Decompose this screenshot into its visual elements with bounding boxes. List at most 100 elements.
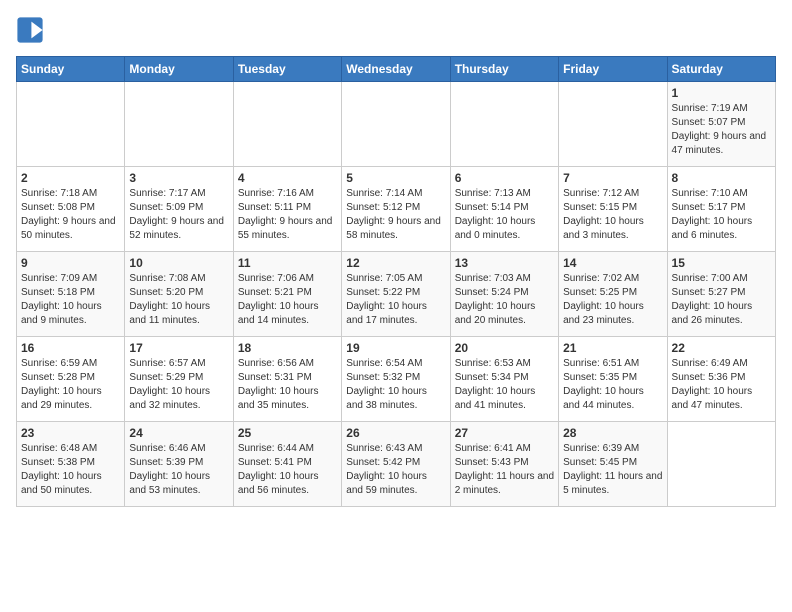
calendar-day-cell — [17, 82, 125, 167]
day-info: Sunrise: 6:56 AM Sunset: 5:31 PM Dayligh… — [238, 357, 337, 413]
calendar-day-cell — [450, 82, 558, 167]
calendar-week-row: 16 Sunrise: 6:59 AM Sunset: 5:28 PM Dayli… — [17, 337, 776, 422]
day-info: Sunrise: 7:12 AM Sunset: 5:15 PM Dayligh… — [563, 187, 662, 243]
logo-icon — [16, 16, 44, 44]
day-info: Sunrise: 6:59 AM Sunset: 5:28 PM Dayligh… — [21, 357, 120, 413]
day-info: Sunrise: 7:00 AM Sunset: 5:27 PM Dayligh… — [672, 272, 771, 328]
day-number: 4 — [238, 171, 337, 185]
day-number: 7 — [563, 171, 662, 185]
calendar-day-cell: 4 Sunrise: 7:16 AM Sunset: 5:11 PM Daylig… — [233, 167, 341, 252]
day-number: 26 — [346, 426, 445, 440]
calendar-day-cell: 8Sunrise: 7:10 AM Sunset: 5:17 PM Daylig… — [667, 167, 775, 252]
calendar-day-cell: 28 Sunrise: 6:39 AM Sunset: 5:45 PM Dayli… — [559, 422, 667, 507]
day-info: Sunrise: 6:49 AM Sunset: 5:36 PM Dayligh… — [672, 357, 771, 413]
calendar-day-cell: 20 Sunrise: 6:53 AM Sunset: 5:34 PM Dayli… — [450, 337, 558, 422]
day-info: Sunrise: 7:08 AM Sunset: 5:20 PM Dayligh… — [129, 272, 228, 328]
day-number: 9 — [21, 256, 120, 270]
day-info: Sunrise: 6:53 AM Sunset: 5:34 PM Dayligh… — [455, 357, 554, 413]
day-info: Sunrise: 6:43 AM Sunset: 5:42 PM Dayligh… — [346, 442, 445, 498]
day-info: Sunrise: 6:44 AM Sunset: 5:41 PM Dayligh… — [238, 442, 337, 498]
day-number: 22 — [672, 341, 771, 355]
calendar-week-row: 9 Sunrise: 7:09 AM Sunset: 5:18 PM Daylig… — [17, 252, 776, 337]
calendar-table: SundayMondayTuesdayWednesdayThursdayFrid… — [16, 56, 776, 507]
day-info: Sunrise: 7:06 AM Sunset: 5:21 PM Dayligh… — [238, 272, 337, 328]
calendar-day-cell: 2 Sunrise: 7:18 AM Sunset: 5:08 PM Daylig… — [17, 167, 125, 252]
calendar-day-cell — [342, 82, 450, 167]
day-number: 27 — [455, 426, 554, 440]
day-number: 16 — [21, 341, 120, 355]
page-header — [16, 16, 776, 44]
day-number: 1 — [672, 86, 771, 100]
day-number: 11 — [238, 256, 337, 270]
day-info: Sunrise: 7:03 AM Sunset: 5:24 PM Dayligh… — [455, 272, 554, 328]
day-info: Sunrise: 6:51 AM Sunset: 5:35 PM Dayligh… — [563, 357, 662, 413]
calendar-day-cell: 19 Sunrise: 6:54 AM Sunset: 5:32 PM Dayli… — [342, 337, 450, 422]
day-number: 13 — [455, 256, 554, 270]
day-info: Sunrise: 6:41 AM Sunset: 5:43 PM Dayligh… — [455, 442, 554, 498]
calendar-day-cell: 6Sunrise: 7:13 AM Sunset: 5:14 PM Daylig… — [450, 167, 558, 252]
calendar-day-cell: 7 Sunrise: 7:12 AM Sunset: 5:15 PM Daylig… — [559, 167, 667, 252]
calendar-day-cell — [667, 422, 775, 507]
calendar-day-cell: 25 Sunrise: 6:44 AM Sunset: 5:41 PM Dayli… — [233, 422, 341, 507]
day-number: 23 — [21, 426, 120, 440]
calendar-day-cell: 15 Sunrise: 7:00 AM Sunset: 5:27 PM Dayli… — [667, 252, 775, 337]
day-number: 14 — [563, 256, 662, 270]
calendar-header-row: SundayMondayTuesdayWednesdayThursdayFrid… — [17, 57, 776, 82]
day-number: 12 — [346, 256, 445, 270]
day-number: 19 — [346, 341, 445, 355]
day-info: Sunrise: 6:48 AM Sunset: 5:38 PM Dayligh… — [21, 442, 120, 498]
day-number: 10 — [129, 256, 228, 270]
calendar-day-cell: 26 Sunrise: 6:43 AM Sunset: 5:42 PM Dayli… — [342, 422, 450, 507]
calendar-day-cell: 11 Sunrise: 7:06 AM Sunset: 5:21 PM Dayli… — [233, 252, 341, 337]
day-info: Sunrise: 7:10 AM Sunset: 5:17 PM Dayligh… — [672, 187, 771, 243]
day-number: 5 — [346, 171, 445, 185]
calendar-day-cell: 1 Sunrise: 7:19 AM Sunset: 5:07 PM Daylig… — [667, 82, 775, 167]
calendar-day-cell: 5 Sunrise: 7:14 AM Sunset: 5:12 PM Daylig… — [342, 167, 450, 252]
day-info: Sunrise: 7:13 AM Sunset: 5:14 PM Dayligh… — [455, 187, 554, 243]
logo — [16, 16, 48, 44]
day-number: 25 — [238, 426, 337, 440]
day-of-week-header: Tuesday — [233, 57, 341, 82]
calendar-day-cell: 18 Sunrise: 6:56 AM Sunset: 5:31 PM Dayli… — [233, 337, 341, 422]
day-info: Sunrise: 7:17 AM Sunset: 5:09 PM Dayligh… — [129, 187, 228, 243]
calendar-week-row: 2 Sunrise: 7:18 AM Sunset: 5:08 PM Daylig… — [17, 167, 776, 252]
calendar-day-cell: 14 Sunrise: 7:02 AM Sunset: 5:25 PM Dayli… — [559, 252, 667, 337]
day-number: 20 — [455, 341, 554, 355]
day-number: 21 — [563, 341, 662, 355]
calendar-day-cell: 9 Sunrise: 7:09 AM Sunset: 5:18 PM Daylig… — [17, 252, 125, 337]
day-info: Sunrise: 7:02 AM Sunset: 5:25 PM Dayligh… — [563, 272, 662, 328]
day-info: Sunrise: 6:57 AM Sunset: 5:29 PM Dayligh… — [129, 357, 228, 413]
day-info: Sunrise: 7:18 AM Sunset: 5:08 PM Dayligh… — [21, 187, 120, 243]
calendar-day-cell — [559, 82, 667, 167]
day-number: 15 — [672, 256, 771, 270]
calendar-week-row: 1 Sunrise: 7:19 AM Sunset: 5:07 PM Daylig… — [17, 82, 776, 167]
day-info: Sunrise: 7:14 AM Sunset: 5:12 PM Dayligh… — [346, 187, 445, 243]
day-info: Sunrise: 7:05 AM Sunset: 5:22 PM Dayligh… — [346, 272, 445, 328]
calendar-day-cell: 24 Sunrise: 6:46 AM Sunset: 5:39 PM Dayli… — [125, 422, 233, 507]
calendar-day-cell: 17Sunrise: 6:57 AM Sunset: 5:29 PM Dayli… — [125, 337, 233, 422]
day-info: Sunrise: 6:46 AM Sunset: 5:39 PM Dayligh… — [129, 442, 228, 498]
day-number: 28 — [563, 426, 662, 440]
calendar-day-cell: 16 Sunrise: 6:59 AM Sunset: 5:28 PM Dayli… — [17, 337, 125, 422]
day-info: Sunrise: 7:09 AM Sunset: 5:18 PM Dayligh… — [21, 272, 120, 328]
day-number: 24 — [129, 426, 228, 440]
calendar-day-cell: 23 Sunrise: 6:48 AM Sunset: 5:38 PM Dayli… — [17, 422, 125, 507]
day-of-week-header: Thursday — [450, 57, 558, 82]
day-info: Sunrise: 6:54 AM Sunset: 5:32 PM Dayligh… — [346, 357, 445, 413]
calendar-day-cell: 10 Sunrise: 7:08 AM Sunset: 5:20 PM Dayli… — [125, 252, 233, 337]
day-number: 18 — [238, 341, 337, 355]
day-of-week-header: Monday — [125, 57, 233, 82]
day-of-week-header: Sunday — [17, 57, 125, 82]
calendar-day-cell — [125, 82, 233, 167]
day-of-week-header: Saturday — [667, 57, 775, 82]
calendar-day-cell: 12 Sunrise: 7:05 AM Sunset: 5:22 PM Dayli… — [342, 252, 450, 337]
calendar-day-cell: 22 Sunrise: 6:49 AM Sunset: 5:36 PM Dayli… — [667, 337, 775, 422]
calendar-day-cell: 13 Sunrise: 7:03 AM Sunset: 5:24 PM Dayli… — [450, 252, 558, 337]
day-info: Sunrise: 7:16 AM Sunset: 5:11 PM Dayligh… — [238, 187, 337, 243]
day-info: Sunrise: 7:19 AM Sunset: 5:07 PM Dayligh… — [672, 102, 771, 158]
day-number: 3 — [129, 171, 228, 185]
day-info: Sunrise: 6:39 AM Sunset: 5:45 PM Dayligh… — [563, 442, 662, 498]
day-of-week-header: Wednesday — [342, 57, 450, 82]
day-number: 2 — [21, 171, 120, 185]
calendar-week-row: 23 Sunrise: 6:48 AM Sunset: 5:38 PM Dayli… — [17, 422, 776, 507]
